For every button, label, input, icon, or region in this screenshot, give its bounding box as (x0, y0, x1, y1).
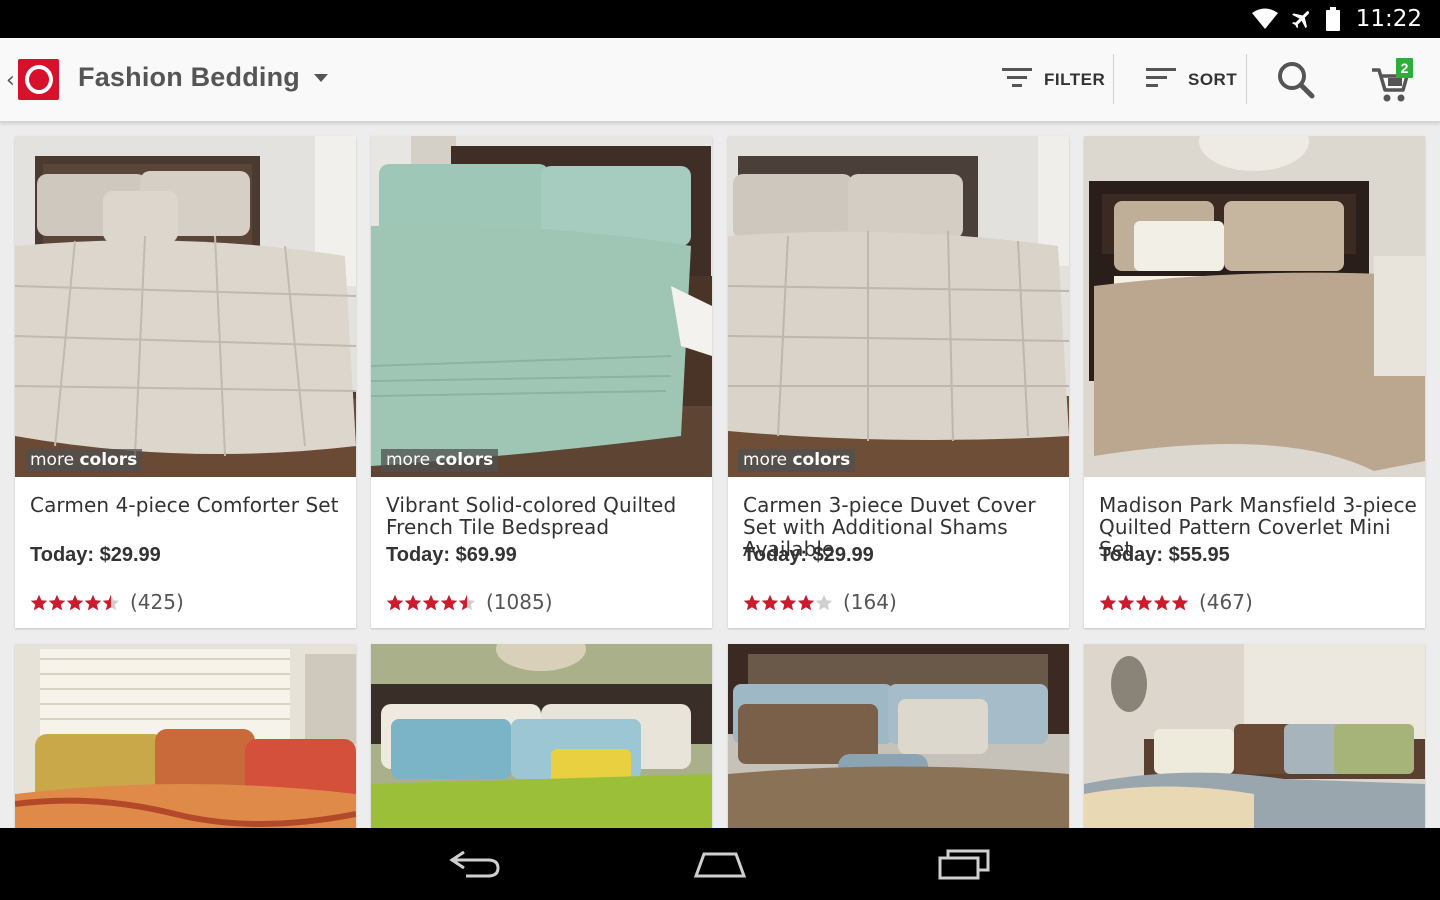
star-icon (1099, 594, 1117, 610)
status-bar: 11:22 (0, 0, 1440, 38)
star-icon (779, 594, 797, 610)
star-icon (1153, 594, 1171, 610)
star-icon (743, 594, 761, 610)
dropdown-caret-icon (314, 73, 328, 82)
sort-button[interactable]: SORT (1146, 38, 1237, 122)
product-image: more colors (371, 136, 712, 477)
product-price: Today: $69.99 (386, 544, 517, 566)
star-icon (84, 594, 102, 610)
action-divider (1113, 54, 1114, 104)
filter-icon (1002, 67, 1032, 94)
filter-label: FILTER (1044, 70, 1106, 89)
star-icon (102, 594, 120, 610)
product-rating: (1085) (386, 590, 553, 614)
star-icon (422, 594, 440, 610)
product-image (371, 644, 712, 828)
category-dropdown[interactable]: Fashion Bedding (78, 62, 328, 93)
product-card[interactable] (15, 644, 356, 828)
product-rating: (164) (743, 590, 897, 614)
more-colors-badge: more colors (738, 449, 856, 472)
product-price: Today: $29.99 (743, 544, 874, 566)
recent-apps-icon (938, 849, 990, 880)
review-count: (1085) (486, 590, 553, 614)
product-card[interactable]: more colors Carmen 4-piece Comforter Set… (15, 136, 356, 628)
star-icon (1135, 594, 1153, 610)
status-time: 11:22 (1355, 6, 1422, 32)
product-name: Vibrant Solid-colored Quilted French Til… (386, 493, 677, 539)
star-icon (404, 594, 422, 610)
wifi-icon (1251, 8, 1278, 30)
status-icons: 11:22 (1251, 6, 1422, 32)
cart-count-badge: 2 (1396, 58, 1413, 78)
star-icon (761, 594, 779, 610)
star-icon (458, 594, 476, 610)
product-card[interactable]: Madison Park Mansfield 3-piece Quilted P… (1084, 136, 1425, 628)
product-rating: (467) (1099, 590, 1253, 614)
product-rating: (425) (30, 590, 184, 614)
star-icon (1171, 594, 1189, 610)
product-price: Today: $29.99 (30, 544, 161, 566)
product-card[interactable] (1084, 644, 1425, 828)
review-count: (164) (843, 590, 897, 614)
action-divider (1246, 54, 1247, 104)
airplane-mode-icon (1290, 7, 1314, 31)
review-count: (467) (1199, 590, 1253, 614)
star-rating (386, 594, 476, 611)
sort-icon (1146, 67, 1176, 94)
star-icon (440, 594, 458, 610)
review-count: (425) (130, 590, 184, 614)
home-nav-button[interactable] (690, 846, 750, 882)
star-icon (30, 594, 48, 610)
battery-icon (1325, 7, 1340, 31)
back-nav-button[interactable] (446, 846, 506, 882)
system-navigation-bar (0, 828, 1440, 900)
back-nav-icon (449, 850, 500, 878)
action-bar: ‹ Fashion Bedding FILTER SORT 2 (0, 38, 1440, 122)
product-price: Today: $55.95 (1099, 544, 1230, 566)
search-button[interactable] (1276, 60, 1316, 100)
product-image (1084, 136, 1425, 477)
filter-button[interactable]: FILTER (1002, 38, 1105, 122)
product-image (1084, 644, 1425, 828)
recent-apps-button[interactable] (934, 846, 994, 882)
star-icon (1117, 594, 1135, 610)
star-rating (1099, 594, 1189, 611)
product-image (15, 644, 356, 828)
star-rating (30, 594, 120, 611)
star-icon (815, 594, 833, 610)
product-card[interactable] (371, 644, 712, 828)
cart-button[interactable]: 2 (1370, 58, 1420, 104)
product-card[interactable]: more colors Carmen 3-piece Duvet Cover S… (728, 136, 1069, 628)
search-icon (1278, 62, 1315, 99)
brand-logo[interactable] (18, 59, 59, 100)
star-icon (66, 594, 84, 610)
up-navigation-icon[interactable]: ‹ (6, 68, 15, 93)
home-nav-icon (693, 852, 747, 878)
star-icon (386, 594, 404, 610)
star-icon (48, 594, 66, 610)
sort-label: SORT (1188, 70, 1238, 89)
product-name: Carmen 4-piece Comforter Set (30, 493, 339, 517)
star-icon (797, 594, 815, 610)
more-colors-badge: more colors (25, 449, 143, 472)
page-title: Fashion Bedding (78, 62, 300, 92)
product-image (728, 644, 1069, 828)
product-card[interactable]: more colors Vibrant Solid-colored Quilte… (371, 136, 712, 628)
product-image: more colors (728, 136, 1069, 477)
product-image: more colors (15, 136, 356, 477)
star-rating (743, 594, 833, 611)
product-card[interactable] (728, 644, 1069, 828)
product-grid: more colors Carmen 4-piece Comforter Set… (0, 122, 1440, 828)
more-colors-badge: more colors (381, 449, 499, 472)
